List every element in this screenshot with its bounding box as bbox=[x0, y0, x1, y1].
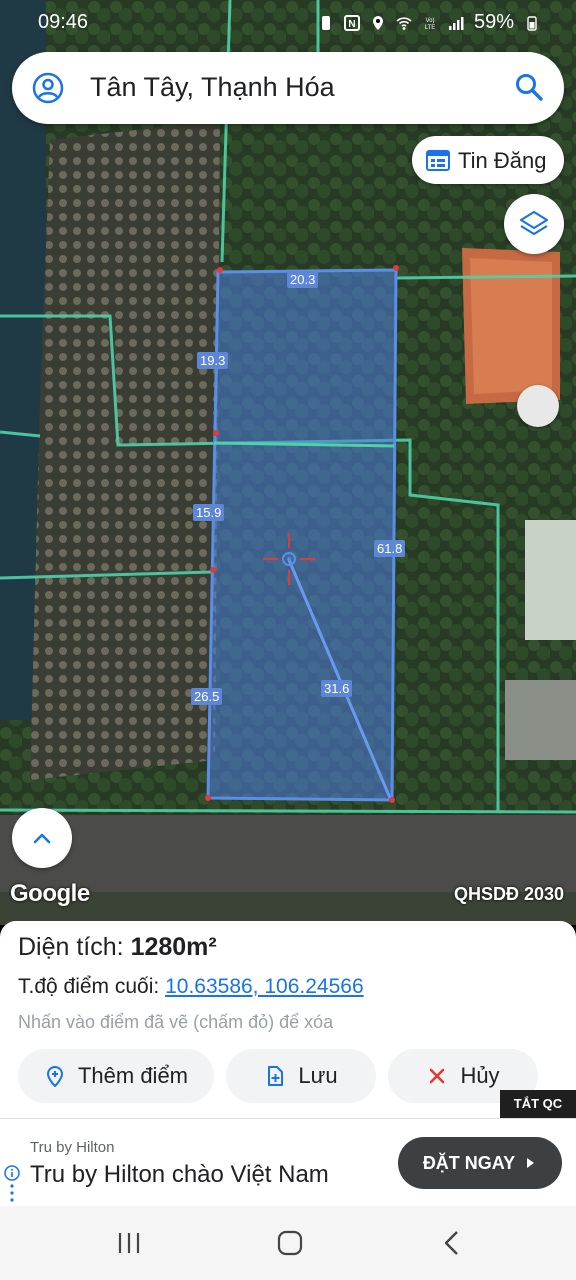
status-icons: N Vo) LTE 59% bbox=[318, 11, 540, 34]
add-point-label: Thêm điểm bbox=[77, 1063, 189, 1088]
calendar-list-icon bbox=[426, 150, 450, 171]
signal-icon bbox=[448, 16, 464, 30]
ad-banner[interactable]: Tru by Hilton Tru by Hilton chào Việt Na… bbox=[0, 1118, 576, 1206]
plot-polygon bbox=[206, 268, 398, 802]
play-arrow-icon bbox=[527, 1158, 535, 1168]
ad-headline[interactable]: Tru by Hilton chào Việt Nam bbox=[30, 1161, 329, 1189]
vertex-point bbox=[210, 567, 216, 573]
ad-cta-button[interactable]: ĐẶT NGAY bbox=[398, 1137, 562, 1189]
tin-dang-label: Tin Đăng bbox=[458, 148, 547, 173]
ad-cta-label: ĐẶT NGAY bbox=[422, 1152, 516, 1173]
ad-info-icon[interactable] bbox=[4, 1165, 20, 1205]
segment-length-diagonal: 31.6 bbox=[321, 680, 353, 697]
expand-panel-button[interactable] bbox=[12, 808, 72, 868]
save-label: Lưu bbox=[298, 1063, 338, 1088]
segment-length-left-upper: 19.3 bbox=[197, 352, 229, 369]
segment-length-left-middle: 15.9 bbox=[193, 504, 225, 521]
svg-text:N: N bbox=[348, 19, 355, 30]
segment-length-right: 61.8 bbox=[374, 540, 406, 557]
area-value: 1280m² bbox=[130, 933, 217, 961]
hint-text: Nhấn vào điểm đã vẽ (chấm đỏ) để xóa bbox=[18, 1012, 334, 1032]
volte-icon: Vo)LTE bbox=[425, 18, 436, 31]
status-time: 09:46 bbox=[38, 11, 89, 33]
close-ad-button[interactable]: TẮT QC bbox=[500, 1090, 576, 1118]
ad-advertiser: Tru by Hilton bbox=[30, 1139, 115, 1156]
search-icon[interactable] bbox=[514, 72, 544, 102]
segment-length-top: 20.3 bbox=[287, 271, 319, 288]
wifi-icon bbox=[396, 16, 412, 30]
area-label: Diện tích: bbox=[18, 933, 124, 961]
satellite-map[interactable]: 20.3 19.3 15.9 26.5 61.8 31.6 Tin Đăng G… bbox=[0, 0, 576, 925]
battery-saver-icon bbox=[321, 15, 330, 30]
system-nav-bar bbox=[0, 1206, 576, 1280]
google-logo: Google bbox=[10, 880, 90, 907]
close-icon bbox=[430, 1068, 445, 1084]
coord-link[interactable]: 10.63586, 106.24566 bbox=[165, 975, 364, 998]
save-button[interactable]: Lưu bbox=[226, 1049, 376, 1103]
area-row: Diện tích: 1280m² bbox=[18, 933, 217, 962]
chevron-up-icon bbox=[33, 833, 51, 844]
measure-panel: Diện tích: 1280m² T.độ điểm cuối: 10.635… bbox=[0, 921, 576, 1121]
drag-handle[interactable] bbox=[517, 385, 559, 427]
back-icon[interactable] bbox=[437, 1230, 467, 1256]
search-bar[interactable]: Tân Tây, Thạnh Hóa bbox=[12, 52, 564, 124]
add-location-icon bbox=[46, 1065, 63, 1087]
battery-percent: 59% bbox=[473, 11, 514, 33]
cancel-label: Hủy bbox=[460, 1063, 500, 1088]
svg-text:LTE: LTE bbox=[425, 25, 436, 31]
vertex-point bbox=[205, 795, 211, 801]
account-icon[interactable] bbox=[32, 72, 64, 104]
vertex-point bbox=[389, 797, 395, 803]
planning-layer-label: QHSDĐ 2030 bbox=[453, 884, 564, 904]
save-file-icon bbox=[268, 1066, 284, 1086]
recents-icon[interactable] bbox=[114, 1230, 144, 1256]
search-location-title[interactable]: Tân Tây, Thạnh Hóa bbox=[90, 72, 335, 103]
nfc-icon: N bbox=[343, 14, 360, 31]
coord-label: T.độ điểm cuối: bbox=[18, 975, 160, 998]
status-bar: 09:46 N Vo) LTE 59% bbox=[0, 0, 576, 44]
layers-icon bbox=[519, 210, 549, 236]
coord-row: T.độ điểm cuối: 10.63586, 106.24566 bbox=[18, 975, 364, 999]
vertex-point bbox=[217, 267, 223, 273]
home-icon[interactable] bbox=[275, 1230, 305, 1256]
battery-icon bbox=[527, 15, 537, 31]
layers-button[interactable] bbox=[504, 194, 564, 254]
segment-length-left-lower: 26.5 bbox=[191, 688, 223, 705]
vertex-point bbox=[213, 430, 219, 436]
tin-dang-button[interactable]: Tin Đăng bbox=[412, 136, 564, 184]
svg-text:Vo): Vo) bbox=[425, 18, 434, 24]
add-point-button[interactable]: Thêm điểm bbox=[18, 1049, 214, 1103]
vertex-point bbox=[393, 265, 399, 271]
location-icon bbox=[372, 15, 383, 30]
